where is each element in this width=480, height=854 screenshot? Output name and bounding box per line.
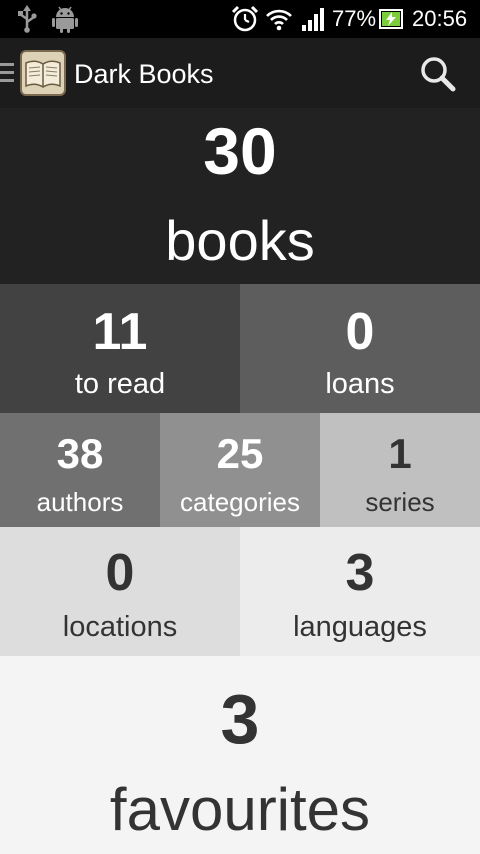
loans-label: loans — [325, 368, 395, 400]
locations-label: locations — [62, 611, 178, 643]
loans-tile[interactable]: 0 loans — [240, 284, 480, 413]
search-icon[interactable] — [414, 52, 462, 96]
languages-tile[interactable]: 3 languages — [240, 527, 480, 656]
android-debug-icon — [50, 5, 80, 33]
authors-count: 38 — [56, 430, 104, 477]
action-bar: Dark Books — [0, 38, 480, 108]
favourites-tile[interactable]: 3 favourites — [0, 656, 480, 854]
to-read-count: 11 — [92, 303, 148, 361]
series-label: series — [365, 487, 435, 517]
clock-time: 20:56 — [412, 6, 468, 31]
wifi-icon — [264, 5, 294, 33]
battery-percent: 77% — [332, 6, 377, 31]
series-count: 1 — [388, 430, 412, 477]
books-tile[interactable]: 30 books — [0, 108, 480, 284]
categories-tile[interactable]: 25 categories — [160, 413, 320, 527]
languages-count: 3 — [345, 544, 375, 602]
books-label: books — [165, 209, 315, 272]
drawer-indicator-icon[interactable] — [0, 63, 14, 83]
to-read-label: to read — [74, 368, 166, 400]
languages-label: languages — [293, 611, 427, 643]
authors-label: authors — [36, 487, 124, 517]
app-logo-book-icon[interactable] — [20, 50, 66, 96]
authors-tile[interactable]: 38 authors — [0, 413, 160, 527]
app-title: Dark Books — [74, 59, 214, 89]
usb-icon — [14, 5, 40, 33]
locations-tile[interactable]: 0 locations — [0, 527, 240, 656]
categories-count: 25 — [216, 430, 264, 477]
favourites-count: 3 — [220, 680, 260, 758]
to-read-tile[interactable]: 11 to read — [0, 284, 240, 413]
loans-count: 0 — [345, 303, 375, 361]
books-count: 30 — [203, 114, 277, 188]
alarm-clock-icon — [230, 5, 260, 33]
battery-charging-icon — [378, 5, 404, 33]
categories-label: categories — [180, 487, 300, 517]
series-tile[interactable]: 1 series — [320, 413, 480, 527]
favourites-label: favourites — [109, 776, 371, 843]
signal-icon — [300, 5, 326, 33]
locations-count: 0 — [105, 544, 135, 602]
status-bar: 77% 20:56 — [0, 0, 480, 38]
